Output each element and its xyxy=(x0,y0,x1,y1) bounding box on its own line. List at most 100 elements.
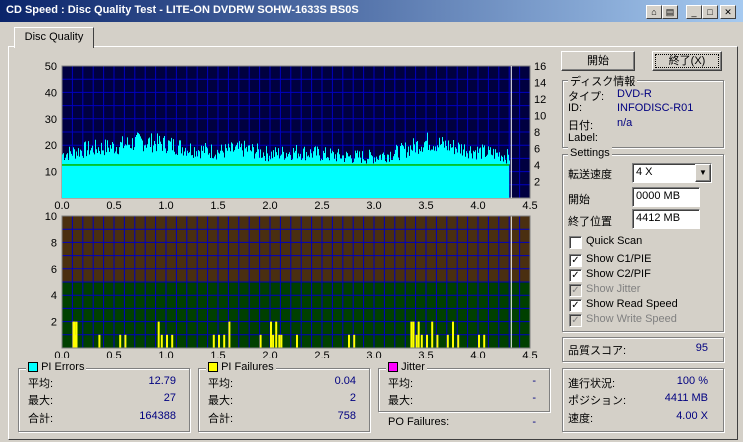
pi-failure-bar xyxy=(353,334,356,348)
pif-avg-value: 0.04 xyxy=(334,375,356,387)
pif-total-value: 758 xyxy=(337,410,356,422)
pi-failure-bar xyxy=(166,334,168,348)
start-button[interactable]: 開始 xyxy=(561,51,635,71)
x-tick-label: 0.5 xyxy=(106,200,121,212)
pi-failure-bar xyxy=(272,334,275,348)
disc-date-label: 日付: xyxy=(568,120,594,132)
y2-tick-label: 16 xyxy=(534,61,546,73)
show-c1-checkbox[interactable]: ✓ xyxy=(569,254,582,267)
pi-failure-bar xyxy=(457,334,460,348)
y2-tick-label: 2 xyxy=(534,177,540,189)
x-tick-label: 1.0 xyxy=(158,200,173,212)
chevron-down-icon[interactable]: ▼ xyxy=(695,164,711,182)
progress-label: 進行状況: xyxy=(568,378,616,390)
end-pos-input[interactable]: 4412 MB xyxy=(632,209,700,229)
help-icon-button[interactable]: ▤ xyxy=(662,5,678,19)
close-button[interactable]: ✕ xyxy=(720,5,736,19)
exit-button[interactable]: 終了(X) xyxy=(652,51,722,71)
jitter-max-label: 最大: xyxy=(388,395,414,407)
pif-max-value: 2 xyxy=(349,392,356,404)
pi-errors-swatch xyxy=(28,362,38,373)
disc-id-label: ID: xyxy=(568,102,583,114)
pi-failure-bar xyxy=(98,334,101,348)
pi-failure-bar xyxy=(259,334,262,348)
pi-failure-bar xyxy=(212,334,215,348)
po-failures-label: PO Failures: xyxy=(388,416,450,428)
x-tick-label: 0.0 xyxy=(54,350,69,358)
pi-failure-bar xyxy=(223,334,226,348)
settings-title: Settings xyxy=(568,147,612,159)
pi-failure-bar xyxy=(275,321,278,348)
y-tick-label: 4 xyxy=(51,290,57,302)
pi-failure-bar xyxy=(157,321,160,348)
pi-errors-title-text: PI Errors xyxy=(41,361,85,373)
pi-failure-bar xyxy=(228,321,231,348)
x-tick-label: 4.0 xyxy=(470,350,485,358)
pif-max-label: 最大: xyxy=(208,395,234,407)
pie-max-label: 最大: xyxy=(28,395,54,407)
pi-errors-base-area xyxy=(62,164,510,198)
pi-failure-bar xyxy=(296,334,298,348)
quality-score-value: 95 xyxy=(695,342,708,354)
pi-failure-bar xyxy=(410,321,413,348)
start-pos-label: 開始 xyxy=(568,194,590,206)
pi-failure-bar xyxy=(478,334,480,348)
pie-avg-label: 平均: xyxy=(28,378,54,390)
y2-tick-label: 14 xyxy=(534,78,546,90)
pi-failure-bar xyxy=(270,321,272,348)
pi-failure-bar xyxy=(348,334,350,348)
pi-failure-bar xyxy=(415,334,418,348)
quality-score-label: 品質スコア: xyxy=(568,345,627,357)
maximize-button[interactable]: □ xyxy=(702,5,718,19)
jitter-title: Jitter xyxy=(386,361,427,373)
jitter-max-value: - xyxy=(532,392,536,404)
window-title: CD Speed : Disc Quality Test - LITE-ON D… xyxy=(6,4,359,16)
show-c2-checkbox[interactable]: ✓ xyxy=(569,269,582,282)
pi-failure-bar xyxy=(218,334,220,348)
show-read-label: Show Read Speed xyxy=(586,298,678,310)
pi-failure-bar xyxy=(160,334,163,348)
disc-info-title: ディスク情報 xyxy=(568,73,638,89)
quick-scan-label: Quick Scan xyxy=(586,235,643,247)
pie-max-value: 27 xyxy=(163,392,176,404)
pie-avg-value: 12.79 xyxy=(148,375,176,387)
show-read-checkbox[interactable]: ✓ xyxy=(569,299,582,312)
pi-failure-bar xyxy=(426,334,428,348)
pie-total-value: 164388 xyxy=(139,410,176,422)
position-label: ポジション: xyxy=(568,395,627,407)
x-tick-label: 4.5 xyxy=(522,200,537,212)
y-tick-label: 20 xyxy=(45,140,57,152)
show-write-checkbox: ✓ xyxy=(569,314,582,327)
pie-total-label: 合計: xyxy=(28,413,54,425)
tab-disc-quality[interactable]: Disc Quality xyxy=(14,27,94,48)
show-c1-label: Show C1/PIE xyxy=(586,253,652,265)
pi-failure-bar xyxy=(452,321,454,348)
pi-failure-bar xyxy=(412,321,415,348)
pi-failures-swatch xyxy=(208,362,218,373)
po-failures-value: - xyxy=(532,416,536,428)
disc-id-value: INFODISC-R01 xyxy=(617,102,694,114)
x-tick-label: 3.5 xyxy=(418,200,433,212)
x-tick-label: 4.0 xyxy=(470,200,485,212)
show-jitter-label: Show Jitter xyxy=(586,283,641,295)
minimize-button[interactable]: _ xyxy=(686,5,702,19)
position-value: 4411 MB xyxy=(664,392,708,404)
x-tick-label: 2.5 xyxy=(314,200,329,212)
app-icon-button[interactable]: ⌂ xyxy=(646,5,662,19)
jitter-avg-value: - xyxy=(532,375,536,387)
y2-tick-label: 4 xyxy=(534,160,540,172)
start-pos-input[interactable]: 0000 MB xyxy=(632,187,700,207)
x-tick-label: 4.5 xyxy=(522,350,537,358)
jitter-title-text: Jitter xyxy=(401,361,425,373)
y-tick-label: 10 xyxy=(45,167,57,179)
x-tick-label: 3.0 xyxy=(366,350,381,358)
x-tick-label: 3.0 xyxy=(366,200,381,212)
pi-failure-bar xyxy=(431,321,434,348)
show-jitter-checkbox: ✓ xyxy=(569,284,582,297)
speed-select[interactable]: 4 X ▼ xyxy=(632,163,712,183)
y2-tick-label: 12 xyxy=(534,94,546,106)
quick-scan-checkbox[interactable] xyxy=(569,236,582,249)
show-c2-label: Show C2/PIF xyxy=(586,268,651,280)
end-pos-label: 終了位置 xyxy=(568,216,612,228)
disc-label-label: Label: xyxy=(568,132,598,144)
